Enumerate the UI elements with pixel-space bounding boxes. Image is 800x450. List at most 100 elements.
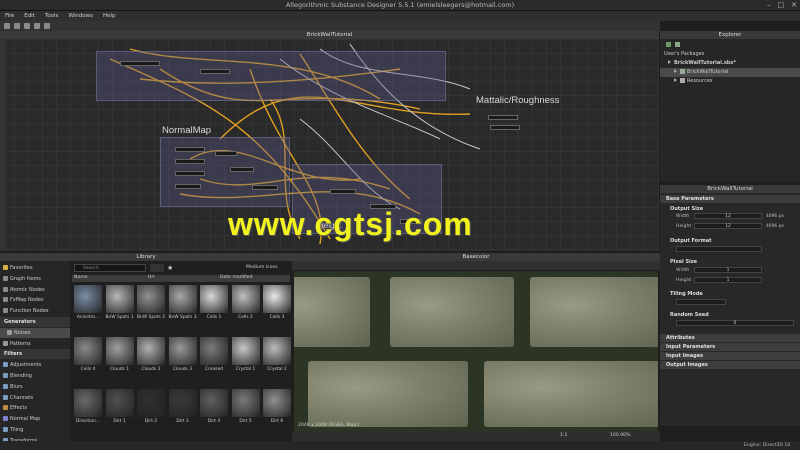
library-category-fxmap-nodes[interactable]: FxMap Nodes xyxy=(0,295,70,305)
menu-windows[interactable]: Windows xyxy=(68,13,93,19)
library-thumb[interactable] xyxy=(105,337,134,365)
menu-file[interactable]: File xyxy=(5,13,14,19)
library-category-tiling[interactable]: Tiling xyxy=(0,425,70,435)
library-thumb[interactable] xyxy=(231,285,260,313)
section-base-parameters[interactable]: Base Parameters xyxy=(660,195,800,203)
output-format-dropdown[interactable] xyxy=(676,246,762,252)
new-graph-icon[interactable] xyxy=(4,23,10,29)
graph-node[interactable] xyxy=(120,61,160,66)
maximize-button[interactable]: □ xyxy=(778,1,785,9)
graph-node[interactable] xyxy=(175,171,205,176)
library-thumb[interactable] xyxy=(231,389,260,417)
library-category-atomic-nodes[interactable]: Atomic Nodes xyxy=(0,285,70,295)
library-category-normal-map[interactable]: Normal Map xyxy=(0,414,70,424)
graph-node[interactable] xyxy=(330,189,356,194)
graph-node[interactable] xyxy=(488,115,518,120)
category-label: Noises xyxy=(14,329,31,336)
output-size-height-field[interactable]: 12 xyxy=(694,223,762,229)
library-thumb[interactable] xyxy=(105,285,134,313)
explorer-item-package[interactable]: BrickWallTutorial.sbs* xyxy=(660,59,800,68)
frame-metal[interactable] xyxy=(96,51,446,101)
graph-node[interactable] xyxy=(230,167,254,172)
save-icon[interactable] xyxy=(24,23,30,29)
library-thumb[interactable] xyxy=(168,389,197,417)
column-url[interactable]: Url xyxy=(148,275,155,280)
library-category-effects[interactable]: Effects xyxy=(0,403,70,413)
library-thumb[interactable] xyxy=(200,337,228,365)
redo-icon[interactable] xyxy=(44,23,50,29)
library-category-filters[interactable]: Filters xyxy=(0,349,70,360)
column-name[interactable]: Name xyxy=(74,275,88,280)
library-thumb[interactable] xyxy=(168,337,197,365)
open-icon[interactable] xyxy=(14,23,20,29)
pixel-size-height-field[interactable]: 1 xyxy=(694,277,762,283)
tiling-mode-dropdown[interactable] xyxy=(676,299,726,305)
menu-edit[interactable]: Edit xyxy=(24,13,35,19)
expand-icon[interactable] xyxy=(668,60,671,64)
library-category-favorites[interactable]: Favorites xyxy=(0,263,70,273)
library-thumb[interactable] xyxy=(231,337,260,365)
library-category-graph-items[interactable]: Graph Items xyxy=(0,274,70,284)
viewport-info: 2048 x 2048 (RGBA, 8bpc) xyxy=(298,423,360,428)
basecolor-viewport[interactable] xyxy=(294,271,658,431)
library-category-patterns[interactable]: Patterns xyxy=(0,339,70,349)
section-attributes[interactable]: Attributes xyxy=(660,334,800,342)
section-output-images[interactable]: Output Images xyxy=(660,361,800,369)
category-label: Adjustments xyxy=(10,362,42,369)
graph-node[interactable] xyxy=(200,69,230,74)
library-thumb[interactable] xyxy=(263,285,291,313)
close-button[interactable]: ✕ xyxy=(791,1,797,9)
graph-node[interactable] xyxy=(175,147,205,152)
menu-bar: File Edit Tools Windows Help xyxy=(0,11,800,21)
section-input-parameters[interactable]: Input Parameters xyxy=(660,343,800,351)
library-thumb[interactable] xyxy=(200,389,228,417)
explorer-item-user-packages[interactable]: User's Packages xyxy=(660,50,800,59)
filter-icon[interactable] xyxy=(150,264,164,272)
library-thumb[interactable] xyxy=(74,389,102,417)
new-package-icon[interactable] xyxy=(666,42,671,47)
expand-icon[interactable] xyxy=(674,78,677,82)
graph-node[interactable] xyxy=(252,185,278,190)
explorer-item-graph[interactable]: BrickWallTutorial xyxy=(660,68,800,77)
library-thumb[interactable] xyxy=(263,389,291,417)
library-thumb[interactable] xyxy=(168,285,197,313)
viewport-zoom[interactable]: 100.00% xyxy=(610,433,630,438)
output-size-width-field[interactable]: 12 xyxy=(694,213,762,219)
menu-tools[interactable]: Tools xyxy=(45,13,59,19)
graph-node[interactable] xyxy=(215,151,237,156)
library-category-channels[interactable]: Channels xyxy=(0,393,70,403)
view-mode-dropdown[interactable]: Medium Icons xyxy=(246,265,278,270)
library-category-noises[interactable]: Noises xyxy=(0,327,70,338)
library-thumb[interactable] xyxy=(137,285,165,313)
library-thumb[interactable] xyxy=(105,389,134,417)
library-thumb[interactable] xyxy=(137,337,165,365)
menu-help[interactable]: Help xyxy=(103,13,116,19)
column-date[interactable]: Date modified xyxy=(220,275,253,280)
library-search-input[interactable]: Search xyxy=(74,264,146,272)
graph-node[interactable] xyxy=(175,184,201,189)
library-thumb[interactable] xyxy=(137,389,165,417)
library-thumb[interactable] xyxy=(74,337,102,365)
library-thumb-label: Dirt 6 xyxy=(270,419,284,424)
star-icon[interactable]: ★ xyxy=(167,264,173,272)
section-input-images[interactable]: Input Images xyxy=(660,352,800,360)
library-thumb[interactable] xyxy=(200,285,228,313)
library-category-function-nodes[interactable]: Function Nodes xyxy=(0,306,70,316)
library-header: Library xyxy=(0,253,292,261)
library-thumb[interactable] xyxy=(74,285,102,313)
library-thumb[interactable] xyxy=(263,337,291,365)
graph-node[interactable] xyxy=(175,159,205,164)
undo-icon[interactable] xyxy=(34,23,40,29)
pixel-size-width-field[interactable]: 1 xyxy=(694,267,762,273)
library-category-generators[interactable]: Generators xyxy=(0,317,70,327)
open-package-icon[interactable] xyxy=(674,42,680,47)
explorer-item-resources[interactable]: Resources xyxy=(660,77,800,86)
library-category-adjustments[interactable]: Adjustments xyxy=(0,360,70,370)
library-category-blending[interactable]: Blending xyxy=(0,371,70,381)
library-category-blurs[interactable]: Blurs xyxy=(0,382,70,392)
random-seed-field[interactable]: 0 xyxy=(676,320,794,326)
minimize-button[interactable]: – xyxy=(767,1,771,9)
graph-node[interactable] xyxy=(490,125,520,130)
expand-icon[interactable] xyxy=(674,69,677,73)
library-thumb-label: Dirt 4 xyxy=(207,419,221,424)
